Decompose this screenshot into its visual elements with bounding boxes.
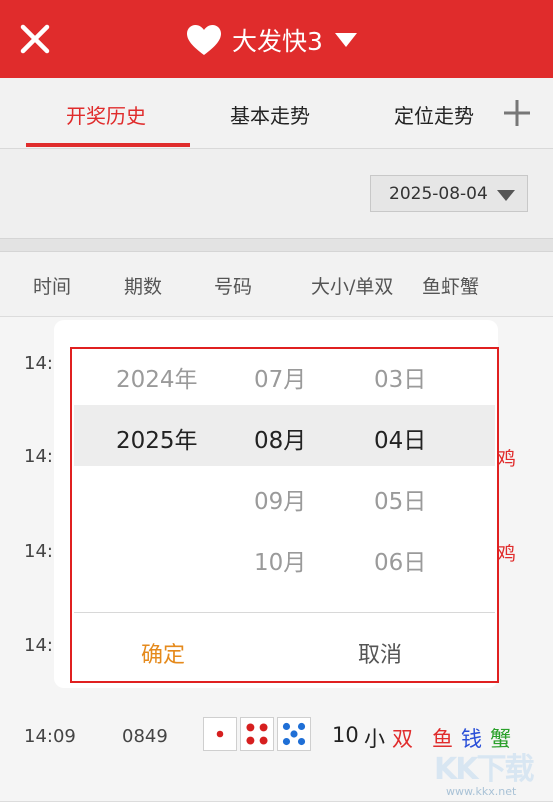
row-size: 小 [364, 727, 385, 751]
active-tab-indicator [26, 143, 190, 147]
row-issue: 0849 [122, 726, 168, 747]
die-four-icon [240, 717, 274, 751]
dialog-divider [74, 612, 495, 613]
lottery-selector[interactable]: 大发快3 [186, 20, 357, 60]
die-one-icon [203, 717, 237, 751]
row-time: 14: [24, 635, 53, 656]
picker-month-option[interactable]: 07月 [254, 360, 306, 394]
chevron-down-icon [334, 33, 357, 47]
die-five-icon [277, 717, 311, 751]
confirm-button[interactable]: 确定 [141, 637, 185, 669]
add-icon[interactable] [500, 96, 534, 130]
tab-draw-history[interactable]: 开奖历史 [66, 100, 146, 129]
tab-bar: 开奖历史 基本走势 定位走势 [0, 78, 553, 149]
row-sum: 10 [332, 723, 359, 747]
page-title: 大发快3 [232, 27, 323, 56]
col-number: 号码 [214, 276, 253, 298]
row-time: 14: [24, 353, 53, 374]
chevron-down-icon [497, 190, 515, 201]
picker-month-option[interactable]: 10月 [254, 543, 306, 577]
date-dropdown[interactable]: 2025-08-04 [370, 175, 528, 212]
date-value: 2025-08-04 [389, 184, 488, 204]
watermark-url: www.kkx.net [446, 785, 517, 798]
col-fish-shrimp-crab: 鱼虾蟹 [422, 276, 480, 298]
row-time: 14: [24, 446, 53, 467]
col-issue: 期数 [124, 276, 163, 298]
row-parity: 双 [392, 727, 413, 751]
picker-month-selected[interactable]: 08月 [254, 421, 306, 455]
row-animal: 鸡 [497, 543, 517, 565]
row-animal: 鸡 [497, 448, 517, 470]
row-time: 14:09 [24, 726, 76, 747]
picker-day-selected[interactable]: 04日 [374, 421, 426, 455]
table-header: 时间 期数 号码 大小/单双 鱼虾蟹 [0, 252, 553, 317]
heart-icon [187, 25, 221, 55]
cancel-button[interactable]: 取消 [358, 637, 402, 669]
picker-year-selected[interactable]: 2025年 [116, 421, 198, 455]
row-time: 14: [24, 541, 53, 562]
watermark-logo: KK下载 [434, 752, 534, 787]
picker-day-option[interactable]: 06日 [374, 543, 426, 577]
close-icon[interactable] [18, 22, 52, 56]
tab-basic-trend[interactable]: 基本走势 [230, 100, 310, 129]
picker-day-option[interactable]: 05日 [374, 482, 426, 516]
col-size-parity: 大小/单双 [311, 276, 394, 298]
picker-day-option[interactable]: 03日 [374, 360, 426, 394]
app-header: 大发快3 [0, 0, 553, 78]
tab-position-trend[interactable]: 定位走势 [394, 100, 474, 129]
col-time: 时间 [33, 276, 72, 298]
picker-year-option[interactable]: 2024年 [116, 360, 198, 394]
picker-month-option[interactable]: 09月 [254, 482, 306, 516]
section-divider [0, 238, 553, 252]
